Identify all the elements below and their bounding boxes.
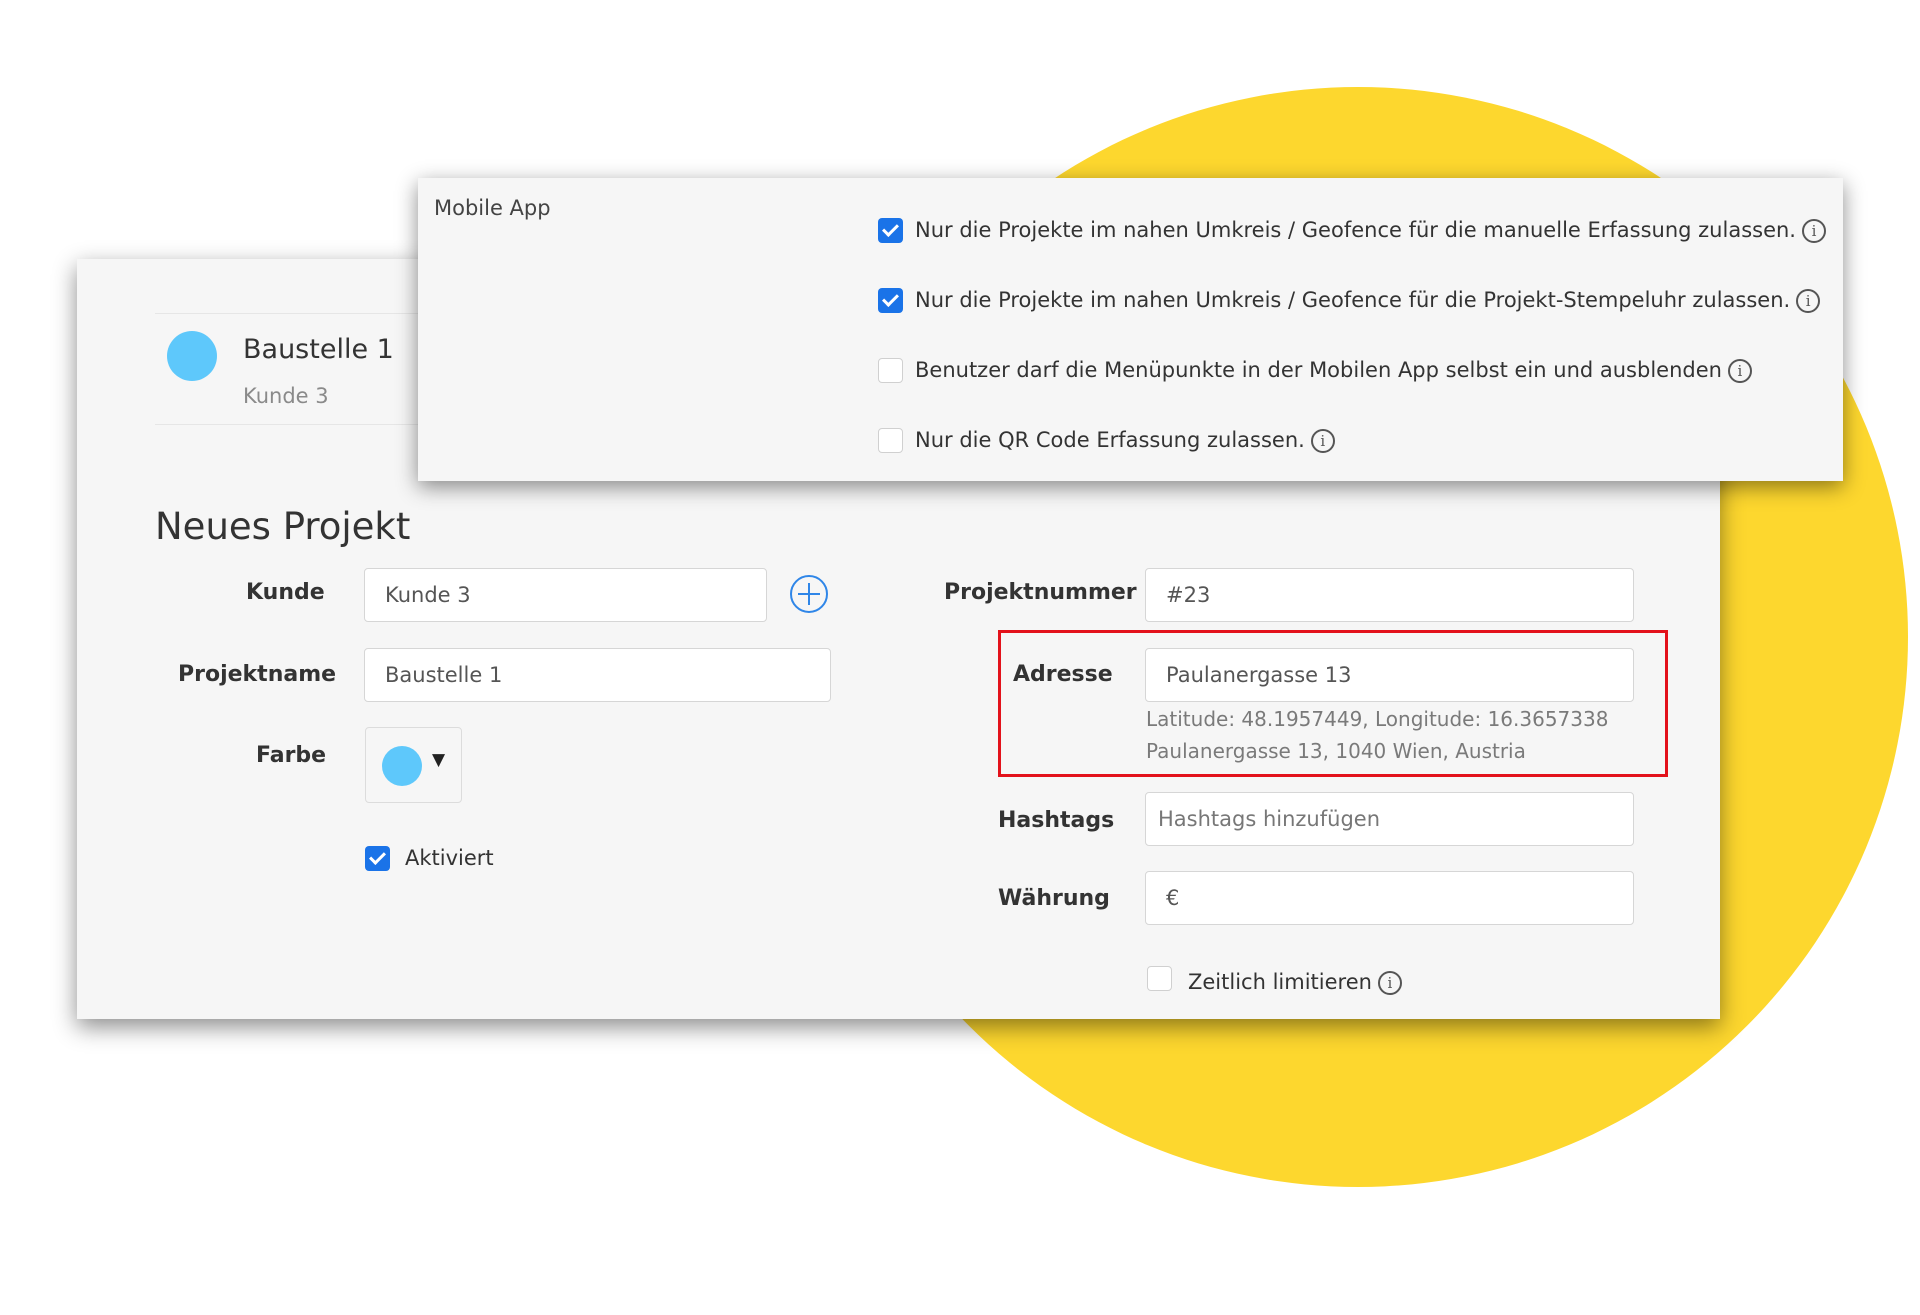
zeitlich-limitieren-checkbox[interactable] (1147, 966, 1172, 991)
waehrung-label: Währung (998, 886, 1110, 911)
info-icon[interactable]: i (1377, 971, 1402, 995)
adresse-label: Adresse (1013, 662, 1113, 687)
plus-circle-icon[interactable] (790, 575, 828, 613)
project-color-dot (167, 331, 217, 381)
projektnummer-input[interactable]: #23 (1145, 568, 1634, 622)
info-icon[interactable]: i (1727, 359, 1752, 383)
mobile-option-3-row: Benutzer darf die Menüpunkte in der Mobi… (915, 358, 1752, 383)
zeitlich-limitieren-label: Zeitlich limitieren (1188, 970, 1372, 994)
farbe-label: Farbe (256, 743, 327, 768)
project-header-title: Baustelle 1 (243, 334, 394, 365)
caret-down-icon: ▼ (432, 750, 446, 770)
projektname-label: Projektname (178, 662, 337, 687)
info-icon[interactable]: i (1802, 219, 1826, 243)
address-coordinates: Latitude: 48.1957449, Longitude: 16.3657… (1146, 707, 1609, 731)
aktiviert-label: Aktiviert (405, 846, 494, 870)
mobile-option-4-row: Nur die QR Code Erfassung zulassen. i (915, 428, 1335, 453)
form-title: Neues Projekt (155, 505, 411, 548)
address-resolved: Paulanergasse 13, 1040 Wien, Austria (1146, 739, 1526, 763)
color-picker-button[interactable]: ▼ (365, 727, 462, 803)
aktiviert-checkbox[interactable] (365, 846, 390, 871)
menu-visibility-checkbox[interactable] (878, 358, 903, 383)
mobile-app-settings-card: Mobile App Nur die Projekte im nahen Umk… (418, 178, 1843, 481)
qr-only-checkbox[interactable] (878, 428, 903, 453)
adresse-input[interactable]: Paulanergasse 13 (1145, 648, 1634, 702)
waehrung-input[interactable]: € (1145, 871, 1634, 925)
mobile-option-2-row: Nur die Projekte im nahen Umkreis / Geof… (915, 288, 1821, 313)
projektname-input[interactable]: Baustelle 1 (364, 648, 831, 702)
qr-only-label: Nur die QR Code Erfassung zulassen. (915, 428, 1305, 452)
kunde-label: Kunde (246, 580, 325, 605)
mobile-option-1-row: Nur die Projekte im nahen Umkreis / Geof… (915, 218, 1826, 243)
geofence-manual-label: Nur die Projekte im nahen Umkreis / Geof… (915, 218, 1796, 242)
mobile-app-title: Mobile App (434, 196, 551, 220)
geofence-manual-checkbox[interactable] (878, 218, 903, 243)
menu-visibility-label: Benutzer darf die Menüpunkte in der Mobi… (915, 358, 1722, 382)
geofence-stempeluhr-checkbox[interactable] (878, 288, 903, 313)
selected-color-swatch (382, 746, 422, 786)
info-icon[interactable]: i (1796, 289, 1821, 313)
hashtags-label: Hashtags (998, 808, 1115, 833)
geofence-stempeluhr-label: Nur die Projekte im nahen Umkreis / Geof… (915, 288, 1791, 312)
project-header-subtitle: Kunde 3 (243, 384, 329, 408)
projektnummer-label: Projektnummer (944, 580, 1137, 605)
kunde-select[interactable]: Kunde 3 (364, 568, 767, 622)
zeitlich-limitieren-row: Zeitlich limitieren i (1188, 970, 1402, 995)
info-icon[interactable]: i (1310, 429, 1335, 453)
hashtags-input[interactable]: Hashtags hinzufügen (1145, 792, 1634, 846)
